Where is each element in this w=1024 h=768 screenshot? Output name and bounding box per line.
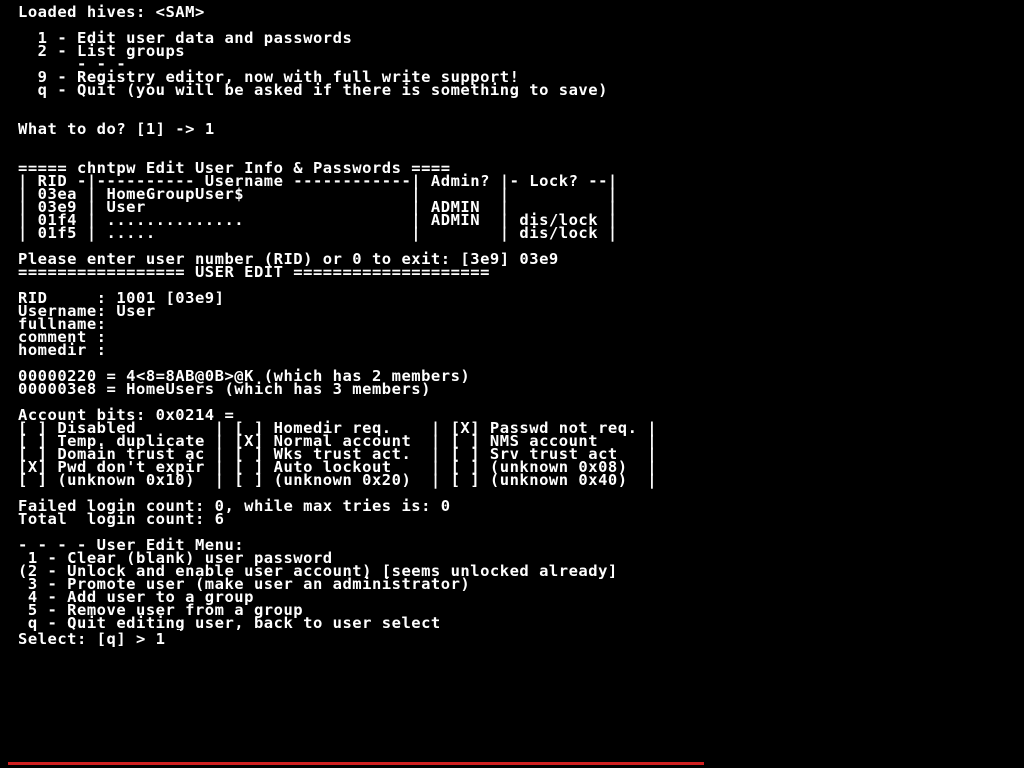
what-to-do-prompt: What to do? [1] -> xyxy=(18,120,205,138)
total-login-count: Total login count: 6 xyxy=(18,510,224,528)
loaded-hives-line: Loaded hives: <SAM> xyxy=(18,3,205,21)
account-bits-row: [ ] (unknown 0x10) | [ ] (unknown 0x20) … xyxy=(18,471,657,489)
user-table-row: | 01f5 | ..... | | dis/lock | xyxy=(18,224,618,242)
user-edit-header: ================= USER EDIT ============… xyxy=(18,263,490,281)
what-to-do-value: 1 xyxy=(205,120,215,138)
rid-prompt-value: 03e9 xyxy=(519,250,558,268)
select-prompt-input[interactable] xyxy=(156,630,180,648)
select-prompt-label: Select: [q] > xyxy=(18,630,156,648)
terminal-output: Loaded hives: <SAM> 1 - Edit user data a… xyxy=(0,0,1024,654)
menu-opt-q: q - Quit (you will be asked if there is … xyxy=(18,81,608,99)
highlight-underline-icon xyxy=(8,762,704,765)
group-line: 000003e8 = HomeUsers (which has 3 member… xyxy=(18,380,431,398)
user-info-homedir: homedir : xyxy=(18,341,107,359)
